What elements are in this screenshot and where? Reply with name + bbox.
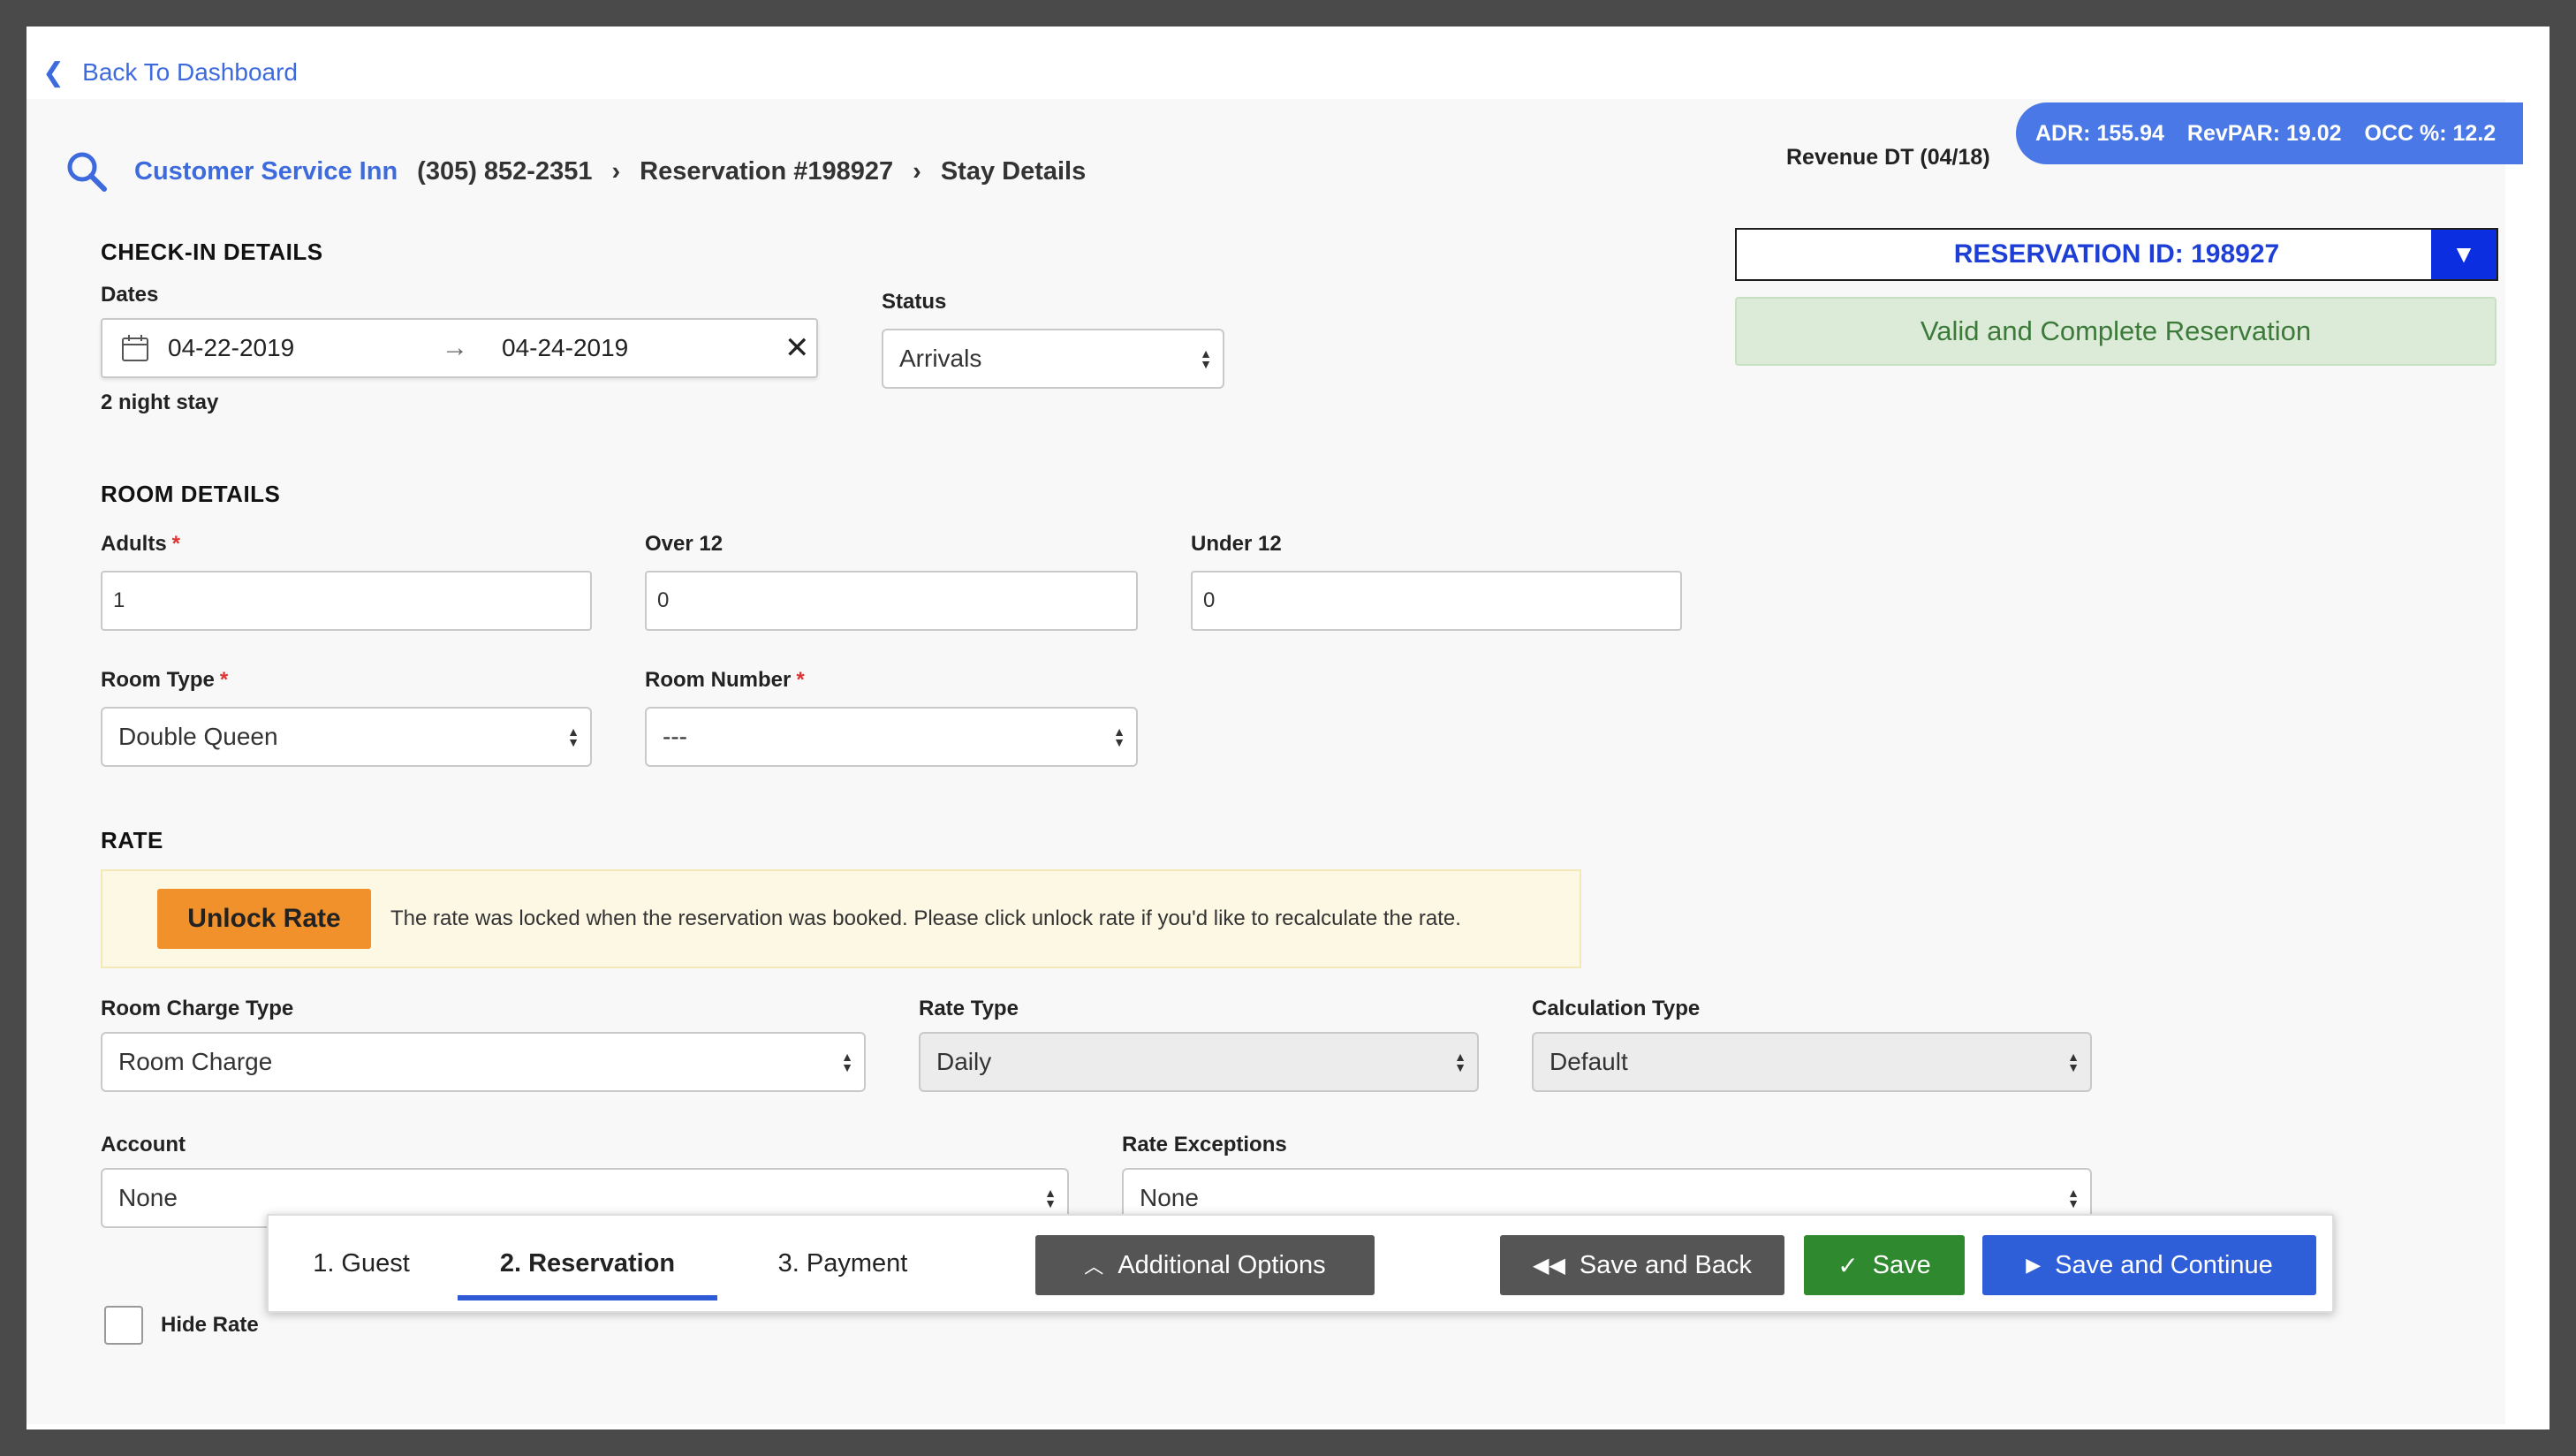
rate-locked-text: The rate was locked when the reservation… <box>390 906 1461 930</box>
tab-payment[interactable]: 3. Payment <box>746 1216 940 1311</box>
room-type-value: Double Queen <box>118 723 278 750</box>
breadcrumb: Customer Service Inn (305) 852-2351 › Re… <box>65 145 1086 198</box>
modal-window: ❮ Back To Dashboard Customer Service Inn… <box>27 27 2549 1429</box>
end-date-field[interactable]: 04-24-2019 <box>502 334 776 362</box>
reservation-id-label: RESERVATION ID: 198927 <box>1953 239 2280 269</box>
hide-rate-label: Hide Rate <box>161 1313 259 1337</box>
room-number-value: --- <box>663 723 687 750</box>
status-select[interactable]: Arrivals ▲ ▼ <box>882 329 1224 389</box>
additional-options-button[interactable]: ︿ Additional Options <box>1035 1235 1375 1295</box>
save-and-continue-button[interactable]: ▶ Save and Continue <box>1982 1235 2316 1295</box>
tab-reservation[interactable]: 2. Reservation <box>458 1216 717 1311</box>
select-arrows-icon: ▲ ▼ <box>1113 724 1125 749</box>
under12-label: Under 12 <box>1191 532 1282 556</box>
room-charge-type-label: Room Charge Type <box>101 997 294 1020</box>
calendar-icon <box>120 333 150 363</box>
calculation-type-select[interactable]: Default ▲ ▼ <box>1532 1032 2092 1092</box>
rate-type-value: Daily <box>936 1048 992 1075</box>
wizard-toolbar: 1. Guest 2. Reservation 3. Payment ︿ Add… <box>267 1214 2334 1313</box>
adults-input[interactable]: 1 <box>101 571 592 631</box>
room-section-title: ROOM DETAILS <box>101 481 281 507</box>
save-and-back-label: Save and Back <box>1579 1250 1752 1279</box>
rate-exceptions-value: None <box>1140 1184 1199 1211</box>
select-arrows-icon: ▲ ▼ <box>841 1050 853 1074</box>
rate-exceptions-label: Rate Exceptions <box>1122 1133 1287 1156</box>
occ-value: OCC %: 12.2 <box>2364 120 2496 146</box>
validity-banner: Valid and Complete Reservation <box>1735 297 2496 366</box>
breadcrumb-current-page: Stay Details <box>940 156 1087 186</box>
room-number-label: Room Number * <box>645 668 805 692</box>
save-and-continue-label: Save and Continue <box>2055 1250 2273 1279</box>
over12-label: Over 12 <box>645 532 724 556</box>
revenue-label: Revenue DT (04/18) <box>1786 145 1990 170</box>
breadcrumb-reservation[interactable]: Reservation #198927 <box>640 157 893 186</box>
revpar-value: RevPAR: 19.02 <box>2186 120 2342 146</box>
rewind-icon: ◀◀ <box>1533 1253 1565 1278</box>
stay-length-text: 2 night stay <box>101 391 219 414</box>
chevron-right-icon: › <box>913 156 921 186</box>
additional-options-label: Additional Options <box>1118 1250 1326 1279</box>
room-number-select[interactable]: --- ▲ ▼ <box>645 707 1138 767</box>
account-label: Account <box>101 1133 186 1156</box>
room-type-label: Room Type * <box>101 668 229 692</box>
select-arrows-icon: ▲ ▼ <box>2067 1050 2080 1074</box>
room-charge-type-select[interactable]: Room Charge ▲ ▼ <box>101 1032 866 1092</box>
select-arrows-icon: ▲ ▼ <box>2067 1186 2080 1210</box>
chevron-right-icon: › <box>611 156 621 186</box>
back-to-dashboard-link[interactable]: ❮ Back To Dashboard <box>42 53 298 92</box>
search-icon[interactable] <box>65 150 108 193</box>
select-arrows-icon: ▲ ▼ <box>1044 1186 1057 1210</box>
select-arrows-icon: ▲ ▼ <box>1200 346 1212 371</box>
validity-text: Valid and Complete Reservation <box>1920 315 2312 346</box>
status-value: Arrivals <box>899 345 982 372</box>
checkmark-icon: ✓ <box>1837 1251 1859 1279</box>
adults-label: Adults * <box>101 532 181 556</box>
rate-type-label: Rate Type <box>919 997 1019 1020</box>
back-link-label: Back To Dashboard <box>82 58 298 86</box>
save-and-back-button[interactable]: ◀◀ Save and Back <box>1500 1235 1784 1295</box>
arrow-right-icon: → <box>442 333 468 362</box>
clear-dates-icon[interactable]: ✕ <box>784 330 810 366</box>
rate-locked-notice: Unlock Rate The rate was locked when the… <box>101 869 1581 968</box>
chevron-left-icon: ❮ <box>42 57 65 87</box>
revenue-kpi-pill: ADR: 155.94 RevPAR: 19.02 OCC %: 12.2 <box>2016 102 2523 164</box>
account-value: None <box>118 1184 178 1211</box>
unlock-rate-button[interactable]: Unlock Rate <box>157 889 371 949</box>
room-charge-type-value: Room Charge <box>118 1048 273 1075</box>
dropdown-triangle-icon[interactable]: ▼ <box>2431 230 2496 279</box>
reservation-id-dropdown[interactable]: RESERVATION ID: 198927 ▼ <box>1735 228 2498 281</box>
checkin-section-title: CHECK-IN DETAILS <box>101 239 323 265</box>
calculation-type-value: Default <box>1549 1048 1628 1075</box>
tab-guest[interactable]: 1. Guest <box>295 1216 428 1311</box>
calculation-type-label: Calculation Type <box>1532 997 1701 1020</box>
chevron-up-icon: ︿ <box>1084 1255 1104 1278</box>
save-button[interactable]: ✓ Save <box>1804 1235 1965 1295</box>
play-icon: ▶ <box>2026 1254 2042 1276</box>
save-label: Save <box>1872 1250 1931 1279</box>
start-date-field[interactable]: 04-22-2019 <box>168 334 442 362</box>
hide-rate-checkbox[interactable] <box>104 1306 143 1345</box>
breadcrumb-inn-link[interactable]: Customer Service Inn <box>134 157 398 186</box>
room-type-select[interactable]: Double Queen ▲ ▼ <box>101 707 592 767</box>
rate-section-title: RATE <box>101 827 163 853</box>
rate-type-select[interactable]: Daily ▲ ▼ <box>919 1032 1479 1092</box>
select-arrows-icon: ▲ ▼ <box>567 724 580 749</box>
over12-input[interactable]: 0 <box>645 571 1138 631</box>
dates-label: Dates <box>101 283 159 307</box>
status-label: Status <box>882 290 947 314</box>
select-arrows-icon: ▲ ▼ <box>1454 1050 1466 1074</box>
date-range-picker[interactable]: 04-22-2019 → 04-24-2019 ✕ <box>101 318 818 378</box>
breadcrumb-phone: (305) 852-2351 <box>417 156 593 186</box>
under12-input[interactable]: 0 <box>1191 571 1682 631</box>
adr-value: ADR: 155.94 <box>2035 120 2164 146</box>
